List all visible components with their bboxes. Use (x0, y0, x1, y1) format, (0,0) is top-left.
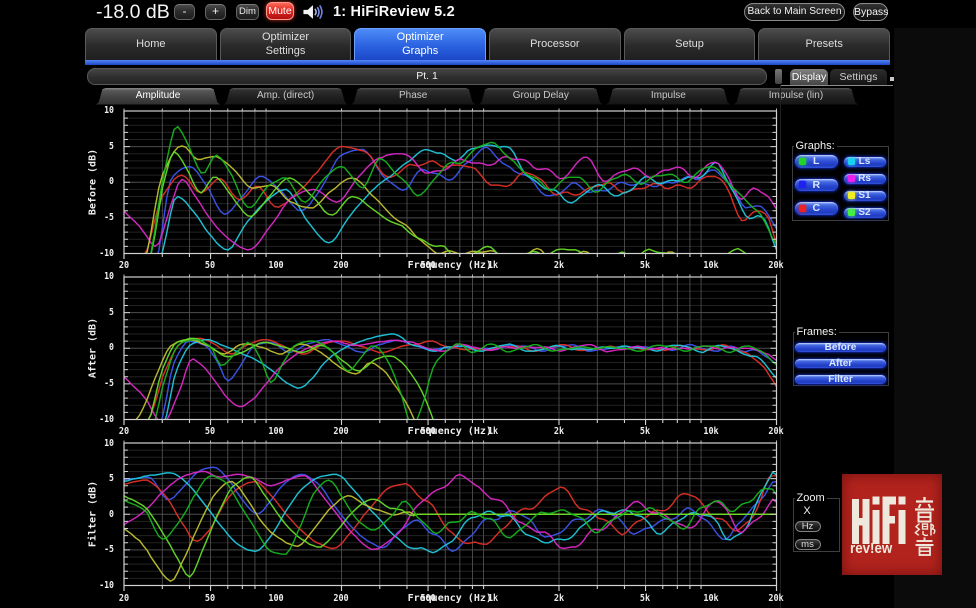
volume-plus-button[interactable]: + (205, 4, 226, 20)
graph-tab-impulse[interactable]: Impulse (606, 88, 730, 105)
curve-after-r (124, 339, 777, 426)
speaker-icon (302, 3, 325, 21)
xtick-filter-5k: 5k (640, 593, 650, 604)
frame-button-after[interactable]: After (794, 358, 887, 370)
zoom-unit-button-ms[interactable]: ms (795, 539, 821, 550)
main-tab-presets[interactable]: Presets (758, 28, 890, 60)
panel-tab-stub (775, 69, 782, 84)
main-tab-optimizer-settings[interactable]: Optimizer Settings (220, 28, 352, 60)
xtick-filter-2k: 2k (553, 593, 563, 604)
ytick-after-10: 10 (88, 271, 114, 282)
panel-corner-dot (890, 77, 894, 81)
channel-button-ls[interactable]: Ls (843, 156, 887, 168)
point-selector-bar[interactable]: Pt. 1 (87, 68, 767, 85)
logo-review-text: rev!ew (850, 541, 907, 557)
curve-after-l (124, 339, 777, 426)
panel-tab-underline (781, 85, 893, 86)
main-tab-optimizer-graphs[interactable]: Optimizer Graphs (354, 28, 486, 60)
tab-underline (85, 60, 890, 65)
ytick-before--10: -10 (88, 248, 114, 259)
mute-button[interactable]: Mute (266, 2, 294, 20)
curve-filter-ls (124, 472, 777, 553)
channel-button-c[interactable]: C (794, 201, 840, 216)
zoom-x-label: X (798, 505, 816, 517)
xtick-filter-50: 50 (205, 593, 215, 604)
channel-button-r[interactable]: R (794, 178, 840, 193)
xtick-filter-200: 200 (333, 593, 348, 604)
ytick-after--5: -5 (88, 378, 114, 389)
channel-dot-ls (848, 158, 855, 165)
bypass-button[interactable]: Bypass (853, 3, 888, 21)
logo-cjk-yin (915, 497, 934, 522)
curve-after-c (124, 338, 777, 426)
app-title: 1: HiFiReview 5.2 (333, 3, 455, 21)
ytick-filter-10: 10 (88, 438, 114, 449)
ytick-after-5: 5 (88, 307, 114, 318)
xtick-filter-10k: 10k (703, 593, 718, 604)
channel-button-s1[interactable]: S1 (843, 190, 887, 202)
main-tab-processor[interactable]: Processor (489, 28, 621, 60)
graph-tab-impulse-lin-[interactable]: Impulse (lin) (734, 88, 858, 105)
xtick-filter-20k: 20k (768, 593, 783, 604)
volume-minus-button[interactable]: - (174, 4, 195, 20)
frame-button-filter[interactable]: Filter (794, 374, 887, 386)
channel-dot-rs (848, 175, 855, 182)
ylabel-filter: Filter (dB) (88, 481, 99, 547)
graphs-label: Graphs: (794, 140, 837, 152)
panel-tab-settings[interactable]: Settings (830, 69, 887, 86)
channel-button-s2[interactable]: S2 (843, 207, 887, 219)
channel-button-l[interactable]: L (794, 154, 840, 169)
graph-tab-phase[interactable]: Phase (351, 88, 475, 105)
channel-dot-r (799, 181, 806, 188)
hifi-review-logo: rev!ew (842, 474, 942, 575)
logo-art (842, 474, 942, 575)
master-volume-display: -18.0 dB (96, 0, 180, 24)
zoom-unit-button-Hz[interactable]: Hz (795, 521, 821, 532)
ytick-after--10: -10 (88, 414, 114, 425)
curve-filter-rs (124, 472, 777, 550)
back-to-main-screen-button[interactable]: Back to Main Screen (744, 3, 845, 21)
graph-tab-group-delay[interactable]: Group Delay (479, 88, 603, 105)
xtick-filter-20: 20 (118, 593, 128, 604)
ylabel-after: After (dB) (88, 318, 99, 378)
main-tab-setup[interactable]: Setup (624, 28, 756, 60)
panel-tab-display[interactable]: Display (790, 69, 828, 86)
xtick-filter-100: 100 (268, 593, 283, 604)
xlabel-filter: Frequency (Hz) (408, 593, 492, 604)
ylabel-before: Before (dB) (88, 149, 99, 215)
channel-dot-l (799, 158, 806, 165)
main-tab-bar: HomeOptimizer SettingsOptimizer GraphsPr… (85, 28, 890, 60)
plot-before (117, 104, 784, 261)
plot-filter (117, 436, 784, 593)
logo-hifi-letters (852, 497, 906, 545)
channel-dot-s2 (848, 209, 855, 216)
graph-tab-amp-direct-[interactable]: Amp. (direct) (224, 88, 348, 105)
channel-button-rs[interactable]: Rs (843, 173, 887, 185)
channel-dot-s1 (848, 192, 855, 199)
zoom-label: Zoom (795, 492, 827, 504)
main-tab-home[interactable]: Home (85, 28, 217, 60)
curve-after-s2 (124, 338, 777, 426)
logo-cjk-xiang (915, 524, 934, 556)
dim-button[interactable]: Dim (236, 4, 259, 20)
frames-label: Frames: (795, 326, 839, 338)
frame-button-before[interactable]: Before (794, 342, 887, 354)
plot-after (117, 270, 784, 427)
curve-after-s1 (124, 339, 777, 426)
graph-type-tab-bar: AmplitudeAmp. (direct)PhaseGroup DelayIm… (96, 88, 858, 105)
ytick-before-10: 10 (88, 105, 114, 116)
channel-dot-c (799, 205, 806, 212)
ytick-filter--10: -10 (88, 580, 114, 591)
graph-tab-amplitude[interactable]: Amplitude (96, 88, 220, 105)
